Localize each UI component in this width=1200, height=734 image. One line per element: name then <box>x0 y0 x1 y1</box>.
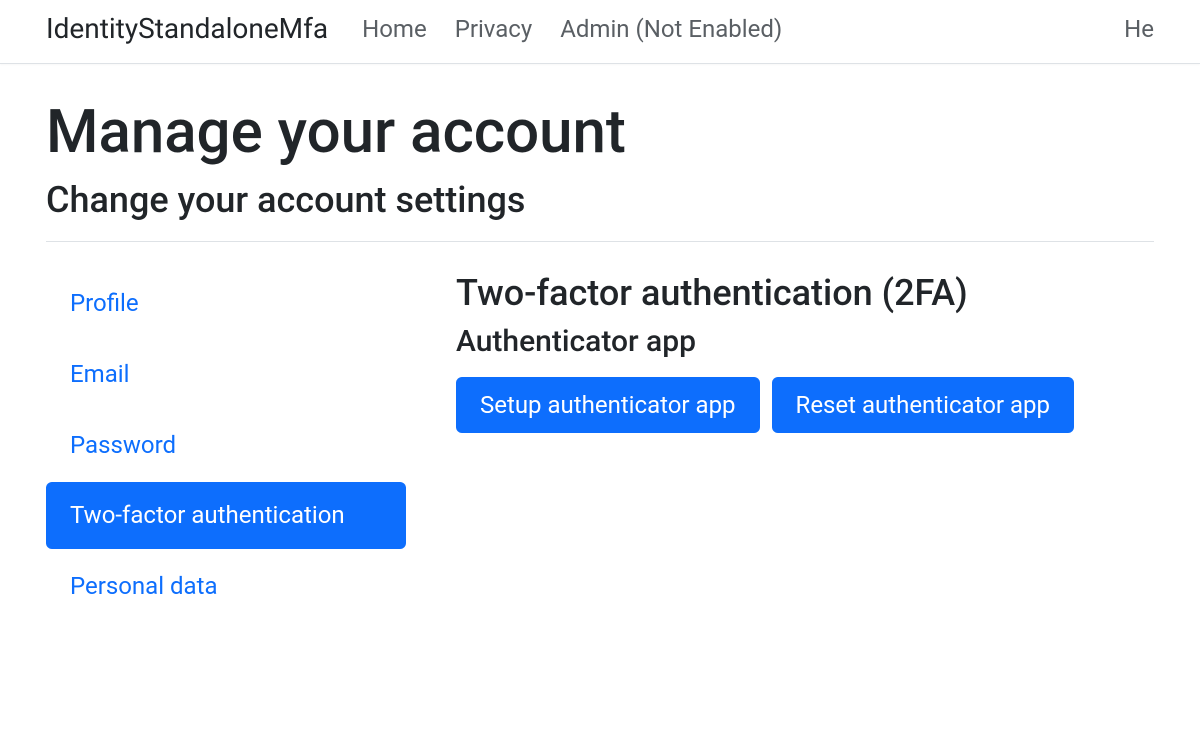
sidebar-item-label: Email <box>70 360 129 388</box>
sidebar-item-label: Personal data <box>70 572 218 600</box>
sidebar-item-password[interactable]: Password <box>46 412 406 479</box>
section-title: Two-factor authentication (2FA) <box>456 272 1154 314</box>
content-row: Profile Email Password Two-factor authen… <box>46 270 1154 624</box>
sidebar-item-label: Two-factor authentication <box>70 501 345 529</box>
section-subtitle: Authenticator app <box>456 324 1154 359</box>
sidebar-item-email[interactable]: Email <box>46 341 406 408</box>
sidebar-item-label: Password <box>70 431 176 459</box>
nav-link-privacy[interactable]: Privacy <box>455 15 533 43</box>
sidebar-item-profile[interactable]: Profile <box>46 270 406 337</box>
button-row: Setup authenticator app Reset authentica… <box>456 377 1154 433</box>
divider <box>46 241 1154 242</box>
sidebar-item-two-factor[interactable]: Two-factor authentication <box>46 482 406 549</box>
page-container: Manage your account Change your account … <box>0 64 1200 648</box>
sidebar-item-personal-data[interactable]: Personal data <box>46 553 406 620</box>
setup-authenticator-button[interactable]: Setup authenticator app <box>456 377 760 433</box>
page-title: Manage your account <box>46 96 1154 167</box>
page-subtitle: Change your account settings <box>46 179 1154 221</box>
nav-link-home[interactable]: Home <box>362 15 427 43</box>
nav-link-right-partial[interactable]: He <box>1124 15 1154 43</box>
navbar: IdentityStandaloneMfa Home Privacy Admin… <box>0 0 1200 64</box>
nav-link-admin[interactable]: Admin (Not Enabled) <box>560 15 782 43</box>
sidebar: Profile Email Password Two-factor authen… <box>46 270 406 624</box>
reset-authenticator-button[interactable]: Reset authenticator app <box>772 377 1074 433</box>
sidebar-item-label: Profile <box>70 289 139 317</box>
brand[interactable]: IdentityStandaloneMfa <box>46 12 328 45</box>
main-content: Two-factor authentication (2FA) Authenti… <box>456 270 1154 624</box>
